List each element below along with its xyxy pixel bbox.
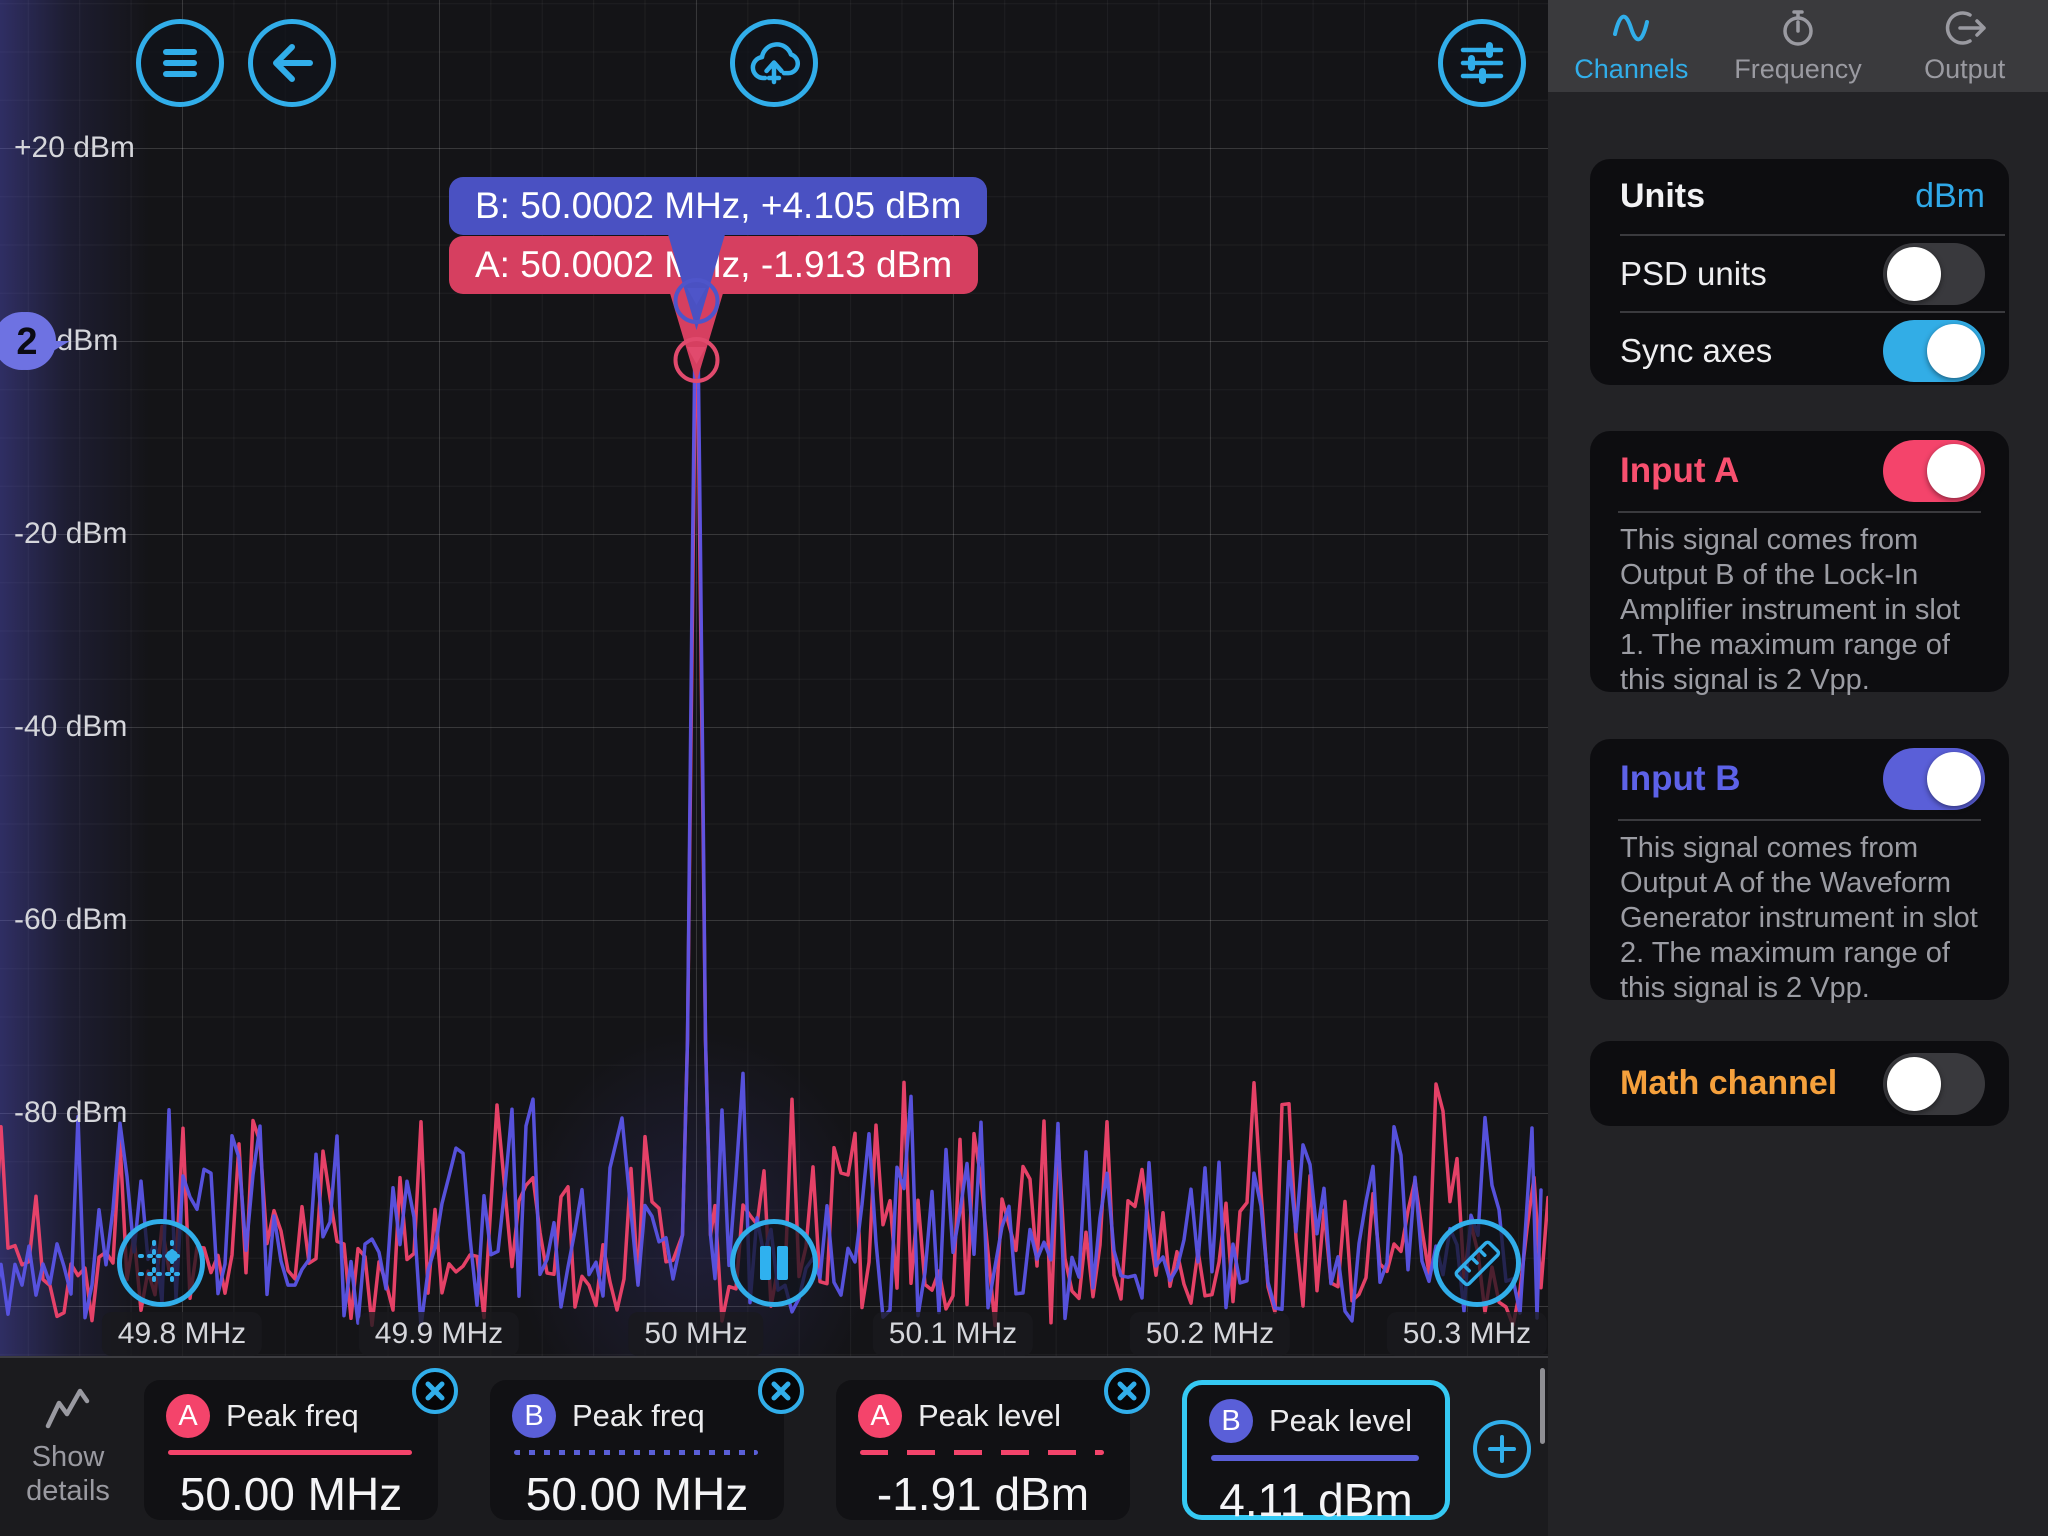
sine-wave-icon — [1609, 8, 1653, 48]
measurement-value: -1.91 dBm — [836, 1467, 1130, 1521]
y-tick: -80 dBm — [14, 1096, 127, 1130]
tab-output[interactable]: Output — [1881, 0, 2048, 92]
input-b-toggle[interactable] — [1883, 748, 1985, 810]
svg-text:2: 2 — [16, 321, 37, 363]
cloud-upload-icon — [743, 34, 805, 92]
input-a-card: Input A This signal comes from Output B … — [1590, 431, 2009, 692]
stopwatch-icon — [1776, 8, 1820, 48]
units-card: Units dBm PSD units Sync axes — [1590, 159, 2009, 385]
trace-style-line — [860, 1450, 1104, 1455]
pause-button[interactable] — [730, 1219, 818, 1307]
settings-sidebar: Channels Frequency Output Units dBm — [1548, 0, 2048, 1536]
cursor-grid-icon — [132, 1234, 190, 1292]
reference-level-badge[interactable]: 2 — [0, 310, 90, 372]
ruler-icon — [1447, 1233, 1507, 1293]
signal-chart-icon — [42, 1386, 94, 1430]
cursor-label-a[interactable]: A: 50.0002 MHz, -1.913 dBm — [449, 236, 978, 294]
y-tick: -20 dBm — [14, 517, 127, 551]
show-details-label: Show details — [26, 1441, 110, 1507]
sync-axes-row: Sync axes — [1590, 313, 2009, 388]
display-settings-button[interactable] — [1438, 19, 1526, 107]
units-value: dBm — [1915, 177, 1985, 216]
x-tick: 50.1 MHz — [873, 1312, 1033, 1356]
math-channel-toggle[interactable] — [1883, 1053, 1985, 1115]
tab-frequency[interactable]: Frequency — [1715, 0, 1882, 92]
channel-b-badge: B — [1209, 1399, 1253, 1443]
channel-b-badge: B — [512, 1394, 556, 1438]
show-details-button[interactable]: Show details — [10, 1386, 126, 1508]
measurement-label: Peak level — [918, 1398, 1061, 1434]
input-a-title: Input A — [1620, 451, 1739, 491]
x-tick: 50.2 MHz — [1130, 1312, 1290, 1356]
input-b-description: This signal comes from Output A of the W… — [1620, 831, 1981, 1006]
menu-button[interactable] — [136, 19, 224, 107]
measurement-value: 50.00 MHz — [144, 1467, 438, 1521]
measurement-card-b-peak-freq[interactable]: B Peak freq 50.00 MHz — [490, 1380, 784, 1520]
y-tick: +20 dBm — [14, 131, 135, 165]
psd-units-row: PSD units — [1590, 236, 2009, 311]
back-arrow-icon — [265, 37, 319, 89]
trace-style-line — [1211, 1455, 1419, 1461]
divider — [1618, 511, 1981, 513]
measurement-label: Peak freq — [226, 1398, 359, 1434]
y-tick: -60 dBm — [14, 903, 127, 937]
back-button[interactable] — [248, 19, 336, 107]
measurement-label: Peak level — [1269, 1403, 1412, 1439]
close-icon[interactable] — [1104, 1368, 1150, 1414]
input-b-card: Input B This signal comes from Output A … — [1590, 739, 2009, 1000]
x-tick: 50.3 MHz — [1387, 1312, 1547, 1356]
sync-axes-toggle[interactable] — [1883, 320, 1985, 382]
spectrum-plot[interactable]: +20 dBm +0 dBm -20 dBm -40 dBm -60 dBm -… — [0, 0, 1548, 1356]
hamburger-icon — [152, 37, 208, 89]
scrollbar[interactable] — [1540, 1368, 1545, 1444]
close-icon[interactable] — [758, 1368, 804, 1414]
x-tick: 49.9 MHz — [359, 1312, 519, 1356]
measurement-card-a-peak-level[interactable]: A Peak level -1.91 dBm — [836, 1380, 1130, 1520]
math-channel-title: Math channel — [1620, 1064, 1837, 1103]
add-measurement-button[interactable] — [1473, 1420, 1531, 1478]
input-a-description: This signal comes from Output B of the L… — [1620, 523, 1981, 698]
cursor-label-b[interactable]: B: 50.0002 MHz, +4.105 dBm — [449, 177, 987, 235]
y-tick: -40 dBm — [14, 710, 127, 744]
psd-units-toggle[interactable] — [1883, 243, 1985, 305]
measurement-value: 4.11 dBm — [1187, 1473, 1445, 1527]
tab-channels[interactable]: Channels — [1548, 0, 1715, 92]
units-row[interactable]: Units dBm — [1590, 159, 2009, 234]
channel-a-badge: A — [166, 1394, 210, 1438]
measurement-label: Peak freq — [572, 1398, 705, 1434]
measurement-card-b-peak-level[interactable]: B Peak level 4.11 dBm — [1182, 1380, 1450, 1520]
sliders-icon — [1453, 35, 1511, 91]
measurement-card-a-peak-freq[interactable]: A Peak freq 50.00 MHz — [144, 1380, 438, 1520]
cursors-button[interactable] — [117, 1219, 205, 1307]
measurements-bar: Show details A Peak freq 50.00 MHz B Pea… — [0, 1356, 1548, 1536]
input-b-title: Input B — [1620, 759, 1741, 799]
trace-style-line — [168, 1450, 412, 1455]
divider — [1618, 819, 1981, 821]
close-icon[interactable] — [412, 1368, 458, 1414]
measurement-value: 50.00 MHz — [490, 1467, 784, 1521]
channel-a-badge: A — [858, 1394, 902, 1438]
plus-icon — [1487, 1434, 1517, 1464]
trace-style-line — [514, 1450, 758, 1455]
measure-button[interactable] — [1433, 1219, 1521, 1307]
math-channel-card: Math channel — [1590, 1041, 2009, 1126]
output-icon — [1942, 8, 1988, 48]
spectrum-analyzer-app: +20 dBm +0 dBm -20 dBm -40 dBm -60 dBm -… — [0, 0, 2048, 1536]
sidebar-tabbar: Channels Frequency Output — [1548, 0, 2048, 92]
x-tick: 49.8 MHz — [102, 1312, 262, 1356]
input-a-toggle[interactable] — [1883, 440, 1985, 502]
x-tick: 50 MHz — [628, 1312, 763, 1356]
pause-icon — [750, 1239, 798, 1287]
cloud-upload-button[interactable] — [730, 19, 818, 107]
